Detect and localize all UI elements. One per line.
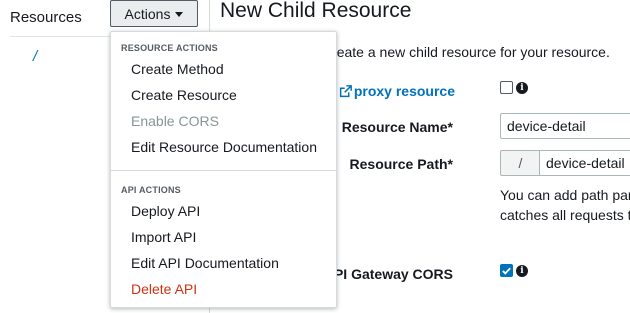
menu-item-enable-cors: Enable CORS xyxy=(131,113,219,129)
api-actions-header: API ACTIONS xyxy=(121,185,181,195)
resource-name-label: Resource Name* xyxy=(341,119,453,135)
menu-item-delete-api[interactable]: Delete API xyxy=(131,281,197,297)
resource-actions-header: RESOURCE ACTIONS xyxy=(121,43,218,53)
info-icon[interactable]: i xyxy=(516,82,528,94)
resource-path-input[interactable] xyxy=(539,150,630,176)
menu-item-create-resource[interactable]: Create Resource xyxy=(131,87,237,103)
enable-cors-checkbox[interactable] xyxy=(500,264,513,277)
page-title: New Child Resource xyxy=(220,0,412,22)
menu-item-deploy-api[interactable]: Deploy API xyxy=(131,203,200,219)
actions-button-label: Actions xyxy=(124,5,171,22)
proxy-resource-checkbox[interactable] xyxy=(500,81,513,94)
info-icon[interactable]: i xyxy=(516,265,528,277)
menu-item-import-api[interactable]: Import API xyxy=(131,229,196,245)
actions-button[interactable]: Actions xyxy=(110,0,198,27)
menu-item-edit-api-documentation[interactable]: Edit API Documentation xyxy=(131,255,279,271)
help-text-line: catches all requests to its sub-resource… xyxy=(500,207,630,223)
proxy-resource-label: proxy resource xyxy=(353,83,455,99)
resource-path-prefix: / xyxy=(500,150,540,176)
help-text-line: You can add path parameters using bracke… xyxy=(500,187,630,203)
api-gateway-console: Resources / New Child Resource Use this … xyxy=(0,0,630,313)
menu-item-edit-resource-documentation[interactable]: Edit Resource Documentation xyxy=(131,139,317,155)
resource-path-help: You can add path parameters using bracke… xyxy=(500,185,630,225)
checkmark-icon xyxy=(502,267,511,275)
actions-dropdown-menu: RESOURCE ACTIONS Create Method Create Re… xyxy=(110,31,337,308)
proxy-resource-link[interactable]: proxy resource xyxy=(339,83,455,99)
menu-item-create-method[interactable]: Create Method xyxy=(131,61,224,77)
caret-down-icon xyxy=(175,11,184,17)
resources-heading: Resources xyxy=(10,9,82,26)
resource-tree-root[interactable]: / xyxy=(33,48,37,65)
resource-name-input[interactable] xyxy=(500,113,630,139)
menu-separator xyxy=(111,170,336,171)
resource-path-label: Resource Path* xyxy=(349,156,453,172)
external-link-icon xyxy=(339,84,352,97)
